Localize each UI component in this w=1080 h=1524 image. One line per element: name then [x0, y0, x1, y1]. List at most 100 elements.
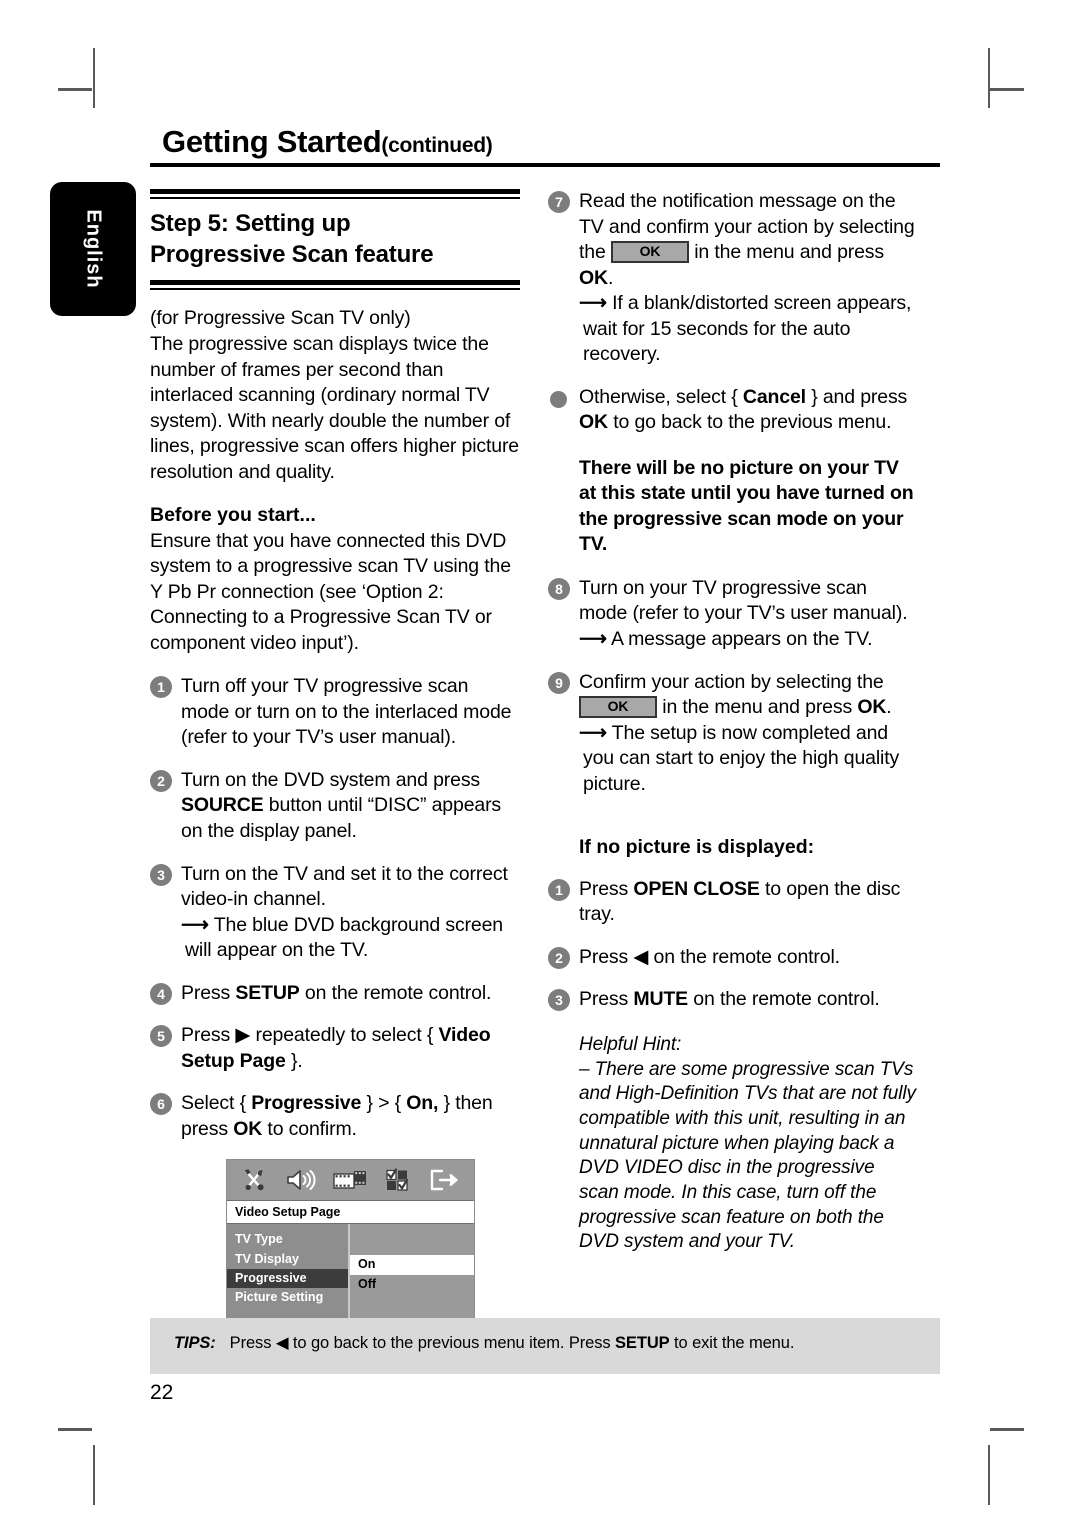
step-bold-ok: OK	[857, 696, 887, 719]
bullet-bold-ok: OK	[579, 411, 608, 434]
step-text-before: Press	[181, 981, 236, 1004]
language-tab: English	[50, 182, 136, 316]
before-you-start-body: Ensure that you have connected this DVD …	[150, 529, 511, 654]
osd-menu-item-tv-display[interactable]: TV Display	[227, 1250, 348, 1269]
right-column: 7 Read the notification message on the TV…	[548, 189, 918, 1337]
osd-icon-bar	[227, 1160, 474, 1201]
helpful-hint-label: Helpful Hint:	[579, 1033, 682, 1055]
warning-text: There will be no picture on your TV at t…	[579, 456, 914, 556]
list-item: 3 Turn on the TV and set it to the corre…	[150, 862, 520, 964]
list-item: 7 Read the notification message on the TV…	[548, 189, 918, 368]
step-text-before: Press	[579, 988, 634, 1011]
step-bold-ok: OK	[579, 266, 608, 289]
step-text-mid: in the menu and press	[657, 696, 858, 719]
step-number-badge: 3	[548, 989, 570, 1012]
step-bold-ok: OK	[233, 1117, 263, 1140]
step-text-before: Press	[181, 1024, 236, 1047]
result-arrow-icon: ⟶	[579, 721, 607, 744]
bullet-text-mid: } and press	[805, 385, 908, 408]
crop-mark-bottom-right-vertical	[988, 1445, 990, 1505]
list-item: 9 Confirm your action by selecting the OK…	[548, 670, 918, 798]
step-text-before: Press	[579, 877, 634, 900]
step-text-after: on the remote control.	[299, 981, 492, 1004]
ok-button-chip: OK	[610, 241, 689, 264]
step-number-badge: 7	[548, 191, 570, 213]
list-item: 1 Press OPEN CLOSE to open the disc tray.	[548, 877, 918, 928]
step-result: ⟶ If a blank/distorted screen appears, w…	[579, 291, 918, 368]
film-icon	[333, 1168, 367, 1192]
bullet-text-after: to go back to the previous menu.	[607, 411, 892, 434]
chapter-continued-text: (continued)	[381, 134, 493, 157]
step-number-badge: 4	[150, 982, 172, 1005]
osd-option-off[interactable]: Off	[350, 1275, 474, 1294]
result-arrow-icon: ⟶	[181, 913, 209, 936]
step-result: ⟶ A message appears on the TV.	[579, 627, 918, 653]
ok-button-chip: OK	[579, 696, 657, 719]
tips-text-1: Press	[229, 1334, 276, 1352]
step-result-text: The setup is now completed and you can s…	[583, 721, 900, 795]
right-arrow-icon: ▶	[235, 1024, 251, 1047]
step-text-before: Press	[579, 945, 634, 968]
step-text: Turn on your TV progressive scan mode (r…	[579, 576, 908, 625]
list-item: 8 Turn on your TV progressive scan mode …	[548, 576, 918, 653]
step-number-badge: 2	[150, 769, 172, 792]
step-result: ⟶ The blue DVD background screen will ap…	[181, 913, 520, 964]
page-title: Getting Started(continued)	[150, 126, 940, 163]
step-bold-mute: MUTE	[633, 988, 689, 1011]
section-heading-line2: Progressive Scan feature	[150, 240, 434, 268]
before-you-start-heading: Before you start...	[150, 504, 316, 527]
result-arrow-icon: ⟶	[579, 292, 607, 315]
step-text-after: to confirm.	[262, 1117, 357, 1140]
step-number-badge: 1	[548, 878, 570, 901]
step-text-after: }.	[285, 1049, 303, 1072]
step-text-after: on the remote control.	[688, 988, 880, 1011]
list-item: 4 Press SETUP on the remote control.	[150, 981, 520, 1007]
step-text-before: Confirm your action by selecting the	[579, 670, 884, 693]
step-bold-source: SOURCE	[181, 794, 264, 817]
chapter-title-text: Getting Started	[162, 124, 382, 159]
list-item: 2 Press ◀ on the remote control.	[548, 945, 918, 971]
step-number-badge: 2	[548, 946, 570, 969]
step-result: ⟶ The setup is now completed and you can…	[579, 721, 918, 798]
osd-menu-item-progressive[interactable]: Progressive	[227, 1269, 348, 1289]
step-bold-open-close: OPEN CLOSE	[633, 877, 760, 900]
intro-body: The progressive scan displays twice the …	[150, 332, 519, 483]
section-rule-bottom	[150, 280, 520, 291]
step-text: Turn on the TV and set it to the correct…	[181, 862, 508, 911]
step-number-badge: 3	[150, 863, 172, 886]
osd-option-on[interactable]: On	[350, 1255, 474, 1275]
bullet-icon	[550, 390, 567, 408]
helpful-hint-body: – There are some progressive scan TVs an…	[579, 1058, 916, 1253]
no-picture-heading: If no picture is displayed:	[579, 836, 815, 859]
intro-note: (for Progressive Scan TV only)	[150, 307, 411, 330]
crop-mark-bottom-left-vertical	[93, 1445, 95, 1505]
step-text-after: .	[886, 696, 892, 719]
section-heading: Step 5: Setting up Progressive Scan feat…	[150, 209, 520, 270]
result-arrow-icon: ⟶	[579, 627, 607, 650]
crop-mark-top-left-horizontal	[58, 88, 92, 91]
tips-text: TIPS: Press ◀ to go back to the previous …	[150, 1318, 940, 1352]
tips-bold-setup: SETUP	[615, 1334, 670, 1352]
section-rule-top	[150, 189, 520, 199]
step-text-after: .	[607, 266, 614, 289]
step-number-badge: 5	[150, 1025, 172, 1048]
osd-menu-item-tv-type[interactable]: TV Type	[227, 1230, 348, 1249]
step-text-mid: repeatedly to select {	[250, 1024, 439, 1047]
list-item: 2 Turn on the DVD system and press SOURCE…	[150, 768, 520, 845]
speaker-icon	[286, 1168, 316, 1192]
osd-menu-item-picture-setting[interactable]: Picture Setting	[227, 1288, 348, 1307]
step-number-badge: 1	[150, 676, 172, 699]
step-number-badge: 6	[150, 1093, 172, 1116]
crop-mark-top-right-horizontal	[990, 88, 1024, 91]
tools-icon	[242, 1168, 268, 1192]
step-text-mid: } > {	[361, 1092, 407, 1115]
tips-bar: TIPS: Press ◀ to go back to the previous …	[150, 1318, 940, 1374]
step-text-before: Select {	[181, 1092, 252, 1115]
page-content: Getting Started(continued) Step 5: Setti…	[150, 126, 940, 1416]
tips-text-3: to exit the menu.	[669, 1334, 795, 1352]
step-text: Turn off your TV progressive scan mode o…	[181, 675, 512, 749]
section-heading-line1: Step 5: Setting up	[150, 210, 351, 237]
bullet-bold-cancel: Cancel	[742, 385, 806, 408]
left-arrow-icon: ◀	[275, 1334, 289, 1352]
list-item: 6 Select { Progressive } > { On, } then p…	[150, 1091, 520, 1142]
